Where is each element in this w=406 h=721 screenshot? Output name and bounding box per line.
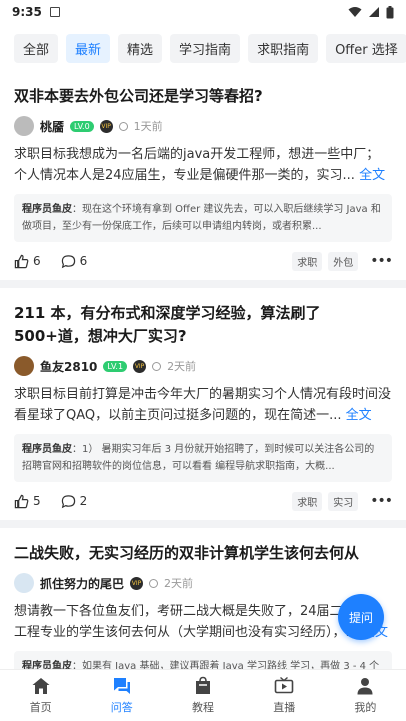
post-excerpt: 想请教一下各位鱼友们，考研二战大概是失败了，24届二本软件工程专业的学生该何去何… [14, 601, 392, 643]
tag-chip[interactable]: 求职 [292, 251, 323, 271]
comment-button[interactable]: 6 [61, 254, 88, 269]
book-icon [196, 676, 210, 694]
tag-chip[interactable]: 实习 [328, 491, 359, 511]
reply-author: 程序员鱼皮 [22, 204, 72, 215]
post-excerpt: 求职目标我想成为一名后端的java开发工程师，想进一些中厂；个人情况本人是24应… [14, 144, 392, 186]
tag-list: 求职 实习 ••• [292, 491, 393, 511]
vip-badge: VIP [133, 359, 147, 373]
comment-count: 6 [79, 254, 88, 268]
ask-question-button[interactable]: 提问 [338, 594, 384, 640]
user-icon [357, 678, 373, 695]
post-excerpt: 求职目标目前打算是冲击今年大厂的暑期实习个人情况有段时间没看星球了QAQ，以前主… [14, 384, 392, 426]
post-time: 2天前 [164, 577, 194, 590]
level-badge: LV.0 [70, 120, 94, 132]
category-tabs: 全部 最新 精选 学习指南 求职指南 Offer 选择 [0, 24, 406, 71]
featured-reply[interactable]: 程序员鱼皮：1） 暑期实习年后 3 月份就开始招聘了，到时候可以关注各公司的招聘… [14, 434, 392, 482]
nav-label: 直播 [273, 701, 296, 714]
author-row: 抓住努力的尾巴 VIP 2天前 [14, 573, 392, 593]
post-excerpt-text: 求职目标我想成为一名后端的java开发工程师，想进一些中厂；个人情况本人是24应… [14, 147, 380, 183]
nav-label: 教程 [192, 701, 214, 714]
nav-profile[interactable]: 我的 [325, 670, 406, 721]
like-button[interactable]: 5 [14, 494, 41, 509]
signal-icon [369, 7, 379, 17]
nav-tutorial[interactable]: 教程 [162, 670, 243, 721]
tv-icon [274, 676, 294, 694]
tag-list: 求职 外包 ••• [292, 251, 393, 271]
nav-label: 问答 [110, 701, 133, 714]
divider [0, 520, 406, 528]
comment-count: 2 [79, 494, 88, 508]
read-more-link[interactable]: 全文 [359, 168, 385, 183]
more-options-icon[interactable]: ••• [370, 253, 393, 269]
like-count: 5 [33, 494, 41, 508]
like-button[interactable]: 6 [14, 254, 41, 269]
chat-icon [113, 678, 130, 694]
reply-author: 程序员鱼皮 [22, 444, 72, 455]
post-card[interactable]: 211 本，有分布式和深度学习经验，算法刷了500+道，想冲大厂实习? 鱼友28… [0, 288, 406, 520]
thumbs-up-icon [14, 254, 29, 268]
author-row: 鱼友2810 LV.1 VIP 2天前 [14, 356, 392, 376]
post-actions: 6 6 求职 外包 ••• [14, 250, 393, 272]
avatar[interactable] [14, 573, 34, 593]
like-count: 6 [33, 254, 41, 268]
tab-job-guide[interactable]: 求职指南 [248, 34, 319, 63]
post-time: 2天前 [167, 360, 197, 373]
reply-text: ：现在这个环境有拿到 Offer 建议先去，可以入职后继续学习 Java 和做项… [22, 204, 381, 232]
post-card[interactable]: 双非本要去外包公司还是学习等春招? 桃靥 LV.0 VIP 1天前 求职目标我想… [0, 71, 406, 280]
avatar[interactable] [14, 356, 34, 376]
wifi-icon [348, 7, 362, 17]
comment-button[interactable]: 2 [61, 494, 88, 509]
thumbs-up-icon [14, 494, 29, 508]
status-bar: 9:35 [0, 0, 406, 24]
post-title[interactable]: 211 本，有分布式和深度学习经验，算法刷了500+道，想冲大厂实习? [14, 302, 392, 348]
read-more-link[interactable]: 全文 [346, 408, 372, 423]
tag-chip[interactable]: 求职 [292, 491, 323, 511]
post-title[interactable]: 双非本要去外包公司还是学习等春招? [14, 85, 392, 108]
comment-icon [61, 494, 75, 508]
comment-icon [61, 254, 75, 268]
post-time: 1天前 [133, 120, 163, 133]
home-icon [32, 678, 50, 694]
clock-icon [152, 361, 162, 371]
tab-latest[interactable]: 最新 [66, 34, 111, 63]
author-name[interactable]: 抓住努力的尾巴 [40, 575, 124, 592]
tab-all[interactable]: 全部 [14, 34, 59, 63]
post-excerpt-text: 求职目标目前打算是冲击今年大厂的暑期实习个人情况有段时间没看星球了QAQ，以前主… [14, 387, 392, 423]
nav-qa[interactable]: 问答 [81, 670, 162, 721]
nav-live[interactable]: 直播 [244, 670, 325, 721]
author-row: 桃靥 LV.0 VIP 1天前 [14, 116, 392, 136]
nav-home[interactable]: 首页 [0, 670, 81, 721]
tab-offer-choice[interactable]: Offer 选择 [326, 34, 406, 63]
tag-chip[interactable]: 外包 [328, 251, 359, 271]
clock-icon [149, 578, 159, 588]
avatar[interactable] [14, 116, 34, 136]
divider [0, 280, 406, 288]
vip-badge: VIP [99, 119, 113, 133]
reply-text: ：1） 暑期实习年后 3 月份就开始招聘了，到时候可以关注各公司的招聘官网和招聘… [22, 444, 375, 472]
nav-label: 我的 [354, 701, 377, 714]
status-time: 9:35 [12, 5, 42, 19]
clock-icon [118, 121, 128, 131]
featured-reply[interactable]: 程序员鱼皮：现在这个环境有拿到 Offer 建议先去，可以入职后继续学习 Jav… [14, 194, 392, 242]
level-badge: LV.1 [103, 360, 128, 372]
more-options-icon[interactable]: ••• [370, 493, 393, 509]
vip-badge: VIP [130, 576, 144, 590]
tab-study-guide[interactable]: 学习指南 [170, 34, 241, 63]
post-actions: 5 2 求职 实习 ••• [14, 490, 393, 512]
battery-icon [386, 5, 394, 18]
post-title[interactable]: 二战失败，无实习经历的双非计算机学生该何去何从 [14, 542, 392, 565]
nav-label: 首页 [29, 701, 52, 714]
bottom-nav: 首页 问答 教程 直播 我的 [0, 669, 406, 721]
author-name[interactable]: 鱼友2810 [40, 358, 97, 375]
author-name[interactable]: 桃靥 [40, 118, 64, 135]
tab-featured[interactable]: 精选 [118, 34, 163, 63]
post-excerpt-text: 想请教一下各位鱼友们，考研二战大概是失败了，24届二本软件工程专业的学生该何去何… [14, 604, 382, 640]
notification-icon [49, 7, 60, 17]
